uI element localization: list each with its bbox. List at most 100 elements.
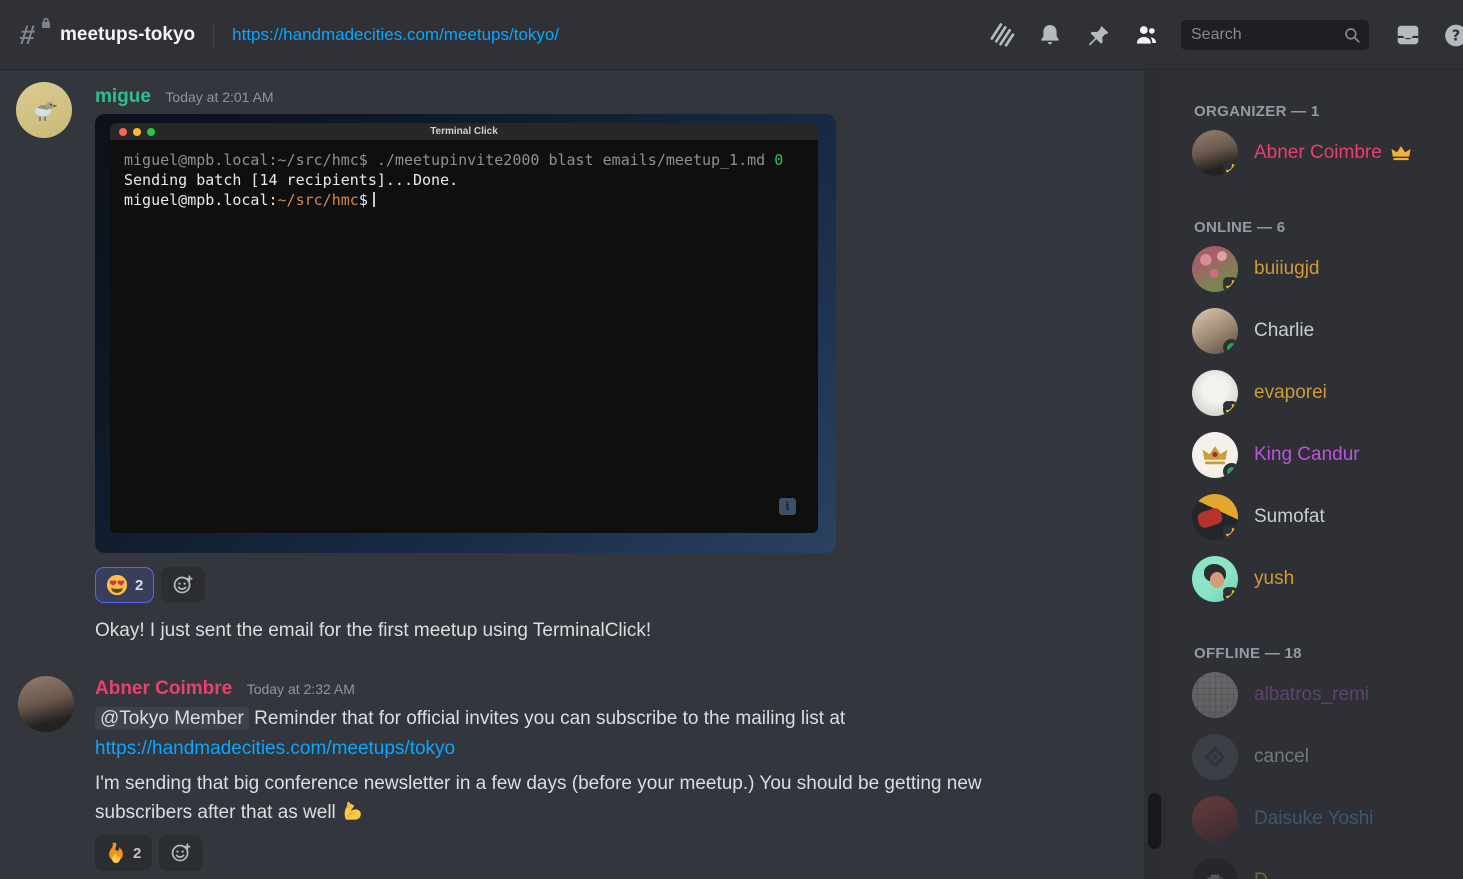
member-name: Sumofat: [1254, 506, 1325, 528]
avatar-migue[interactable]: [16, 82, 72, 138]
terminal-window: Terminal Click miguel@mpb.local:~/src/hm…: [110, 123, 818, 533]
reaction-count: 2: [133, 845, 141, 862]
terminal-info-badge: i: [779, 498, 796, 515]
add-reaction-smiley-icon: [170, 842, 192, 864]
member-row-albatros-remi[interactable]: albatros_remi: [1182, 672, 1447, 718]
fire-emoji: [106, 842, 126, 864]
chat-scrollbar-track[interactable]: [1144, 71, 1166, 879]
channel-hash-lock-icon: #: [20, 20, 50, 50]
message-header: Abner Coimbre Today at 2:32 AM: [95, 678, 355, 700]
inbox-icon[interactable]: [1395, 22, 1421, 48]
avatar-abner-coimbre[interactable]: [18, 676, 74, 732]
add-reaction-smiley-icon: [172, 574, 194, 596]
member-row-evaporei[interactable]: evaporei: [1182, 370, 1447, 416]
bird-avatar-art: [27, 93, 61, 127]
status-idle-icon: [1223, 525, 1238, 540]
discord-app: # meetups-tokyo https://handmadecities.c…: [0, 0, 1463, 879]
add-reaction-button[interactable]: [159, 835, 203, 871]
message-text: Okay! I just sent the email for the firs…: [95, 617, 651, 645]
flex-biceps-emoji: [340, 798, 366, 833]
member-row-buiiugjd[interactable]: buiiugjd: [1182, 246, 1447, 292]
message-text: I'm sending that big conference newslett…: [95, 770, 1080, 833]
avatar: [1192, 370, 1238, 416]
section-offline: OFFLINE — 18: [1194, 645, 1302, 662]
lock-icon: [40, 17, 52, 29]
help-icon[interactable]: ?: [1443, 22, 1463, 48]
channel-name: meetups-tokyo: [60, 24, 195, 46]
member-name: D: [1254, 870, 1268, 879]
avatar: [1192, 246, 1238, 292]
avatar: [1192, 308, 1238, 354]
robot-avatar-art: [1204, 870, 1226, 879]
member-name: yush: [1254, 568, 1294, 590]
owner-crown-icon: [1391, 145, 1411, 161]
member-row-charlie[interactable]: Charlie: [1182, 308, 1447, 354]
header-toolbar: Search ?: [989, 0, 1463, 70]
terminal-title: Terminal Click: [110, 126, 818, 137]
channel-header: # meetups-tokyo https://handmadecities.c…: [0, 0, 1463, 70]
member-name: Daisuke Yoshi: [1254, 808, 1373, 830]
notifications-bell-icon[interactable]: [1037, 22, 1063, 48]
header-divider: [213, 22, 214, 48]
reaction-heart-eyes[interactable]: 2: [95, 567, 154, 603]
terminal-output: miguel@mpb.local:~/src/hmc$ ./meetupinvi…: [110, 140, 818, 220]
member-name: Charlie: [1254, 320, 1314, 342]
crown-avatar-art: [1202, 445, 1228, 465]
avatar: [1192, 494, 1238, 540]
pinned-messages-icon[interactable]: [1085, 22, 1111, 48]
section-online: ONLINE — 6: [1194, 219, 1285, 236]
member-name: King Candur: [1254, 444, 1360, 466]
channel-topic-link[interactable]: https://handmadecities.com/meetups/tokyo…: [232, 25, 559, 45]
member-name: buiiugjd: [1254, 258, 1320, 280]
terminal-cursor: [373, 192, 375, 207]
avatar: [1192, 858, 1238, 879]
avatar: [1192, 796, 1238, 842]
terminal-titlebar: Terminal Click: [110, 123, 818, 140]
message-text: @Tokyo Member Reminder that for official…: [95, 705, 845, 733]
member-row-daisuke-yoshi[interactable]: Daisuke Yoshi: [1182, 796, 1447, 842]
message-header: migue Today at 2:01 AM: [95, 86, 274, 108]
member-row-sumofat[interactable]: Sumofat: [1182, 494, 1447, 540]
reaction-count: 2: [135, 577, 143, 594]
svg-text:?: ?: [1452, 27, 1460, 44]
avatar: [1192, 432, 1238, 478]
member-list-toggle-icon[interactable]: [1133, 22, 1159, 48]
avatar: [1192, 672, 1238, 718]
heart-eyes-emoji: [106, 574, 128, 596]
role-mention[interactable]: @Tokyo Member: [95, 707, 249, 730]
member-row-partial[interactable]: D: [1182, 858, 1447, 879]
search-placeholder: Search: [1191, 26, 1343, 44]
message-link[interactable]: https://handmadecities.com/meetups/tokyo: [95, 735, 455, 763]
section-organizer: ORGANIZER — 1: [1194, 103, 1320, 120]
status-idle-icon: [1223, 401, 1238, 416]
author-name[interactable]: Abner Coimbre: [95, 678, 232, 699]
status-online-icon: [1223, 463, 1238, 478]
avatar: [1192, 556, 1238, 602]
status-online-icon: [1223, 339, 1238, 354]
member-name: cancel: [1254, 746, 1309, 768]
chat-scrollbar-thumb[interactable]: [1148, 793, 1161, 849]
member-row-cancel[interactable]: cancel: [1182, 734, 1447, 780]
member-list: ORGANIZER — 1 Abner Coimbre ONLINE — 6 b…: [1166, 71, 1463, 879]
reaction-fire[interactable]: 2: [95, 835, 152, 871]
avatar: [1192, 130, 1238, 176]
search-input[interactable]: Search: [1181, 20, 1369, 50]
search-icon: [1343, 26, 1361, 44]
reactions-row: 2: [95, 835, 203, 871]
reactions-row: 2: [95, 567, 205, 603]
status-idle-icon: [1223, 587, 1238, 602]
terminal-screenshot-attachment[interactable]: Terminal Click miguel@mpb.local:~/src/hm…: [95, 114, 836, 553]
message-timestamp: Today at 2:01 AM: [165, 89, 273, 105]
member-name: evaporei: [1254, 382, 1327, 404]
author-name[interactable]: migue: [95, 86, 151, 107]
diamond-avatar-art: [1202, 744, 1228, 770]
member-row-king-candur[interactable]: King Candur: [1182, 432, 1447, 478]
member-name: albatros_remi: [1254, 684, 1369, 706]
member-row-yush[interactable]: yush: [1182, 556, 1447, 602]
avatar: [1192, 734, 1238, 780]
message-timestamp: Today at 2:32 AM: [247, 681, 355, 697]
member-row-abner-coimbre[interactable]: Abner Coimbre: [1182, 130, 1447, 176]
threads-icon[interactable]: [989, 22, 1015, 48]
add-reaction-button[interactable]: [161, 567, 205, 603]
status-idle-icon: [1223, 277, 1238, 292]
